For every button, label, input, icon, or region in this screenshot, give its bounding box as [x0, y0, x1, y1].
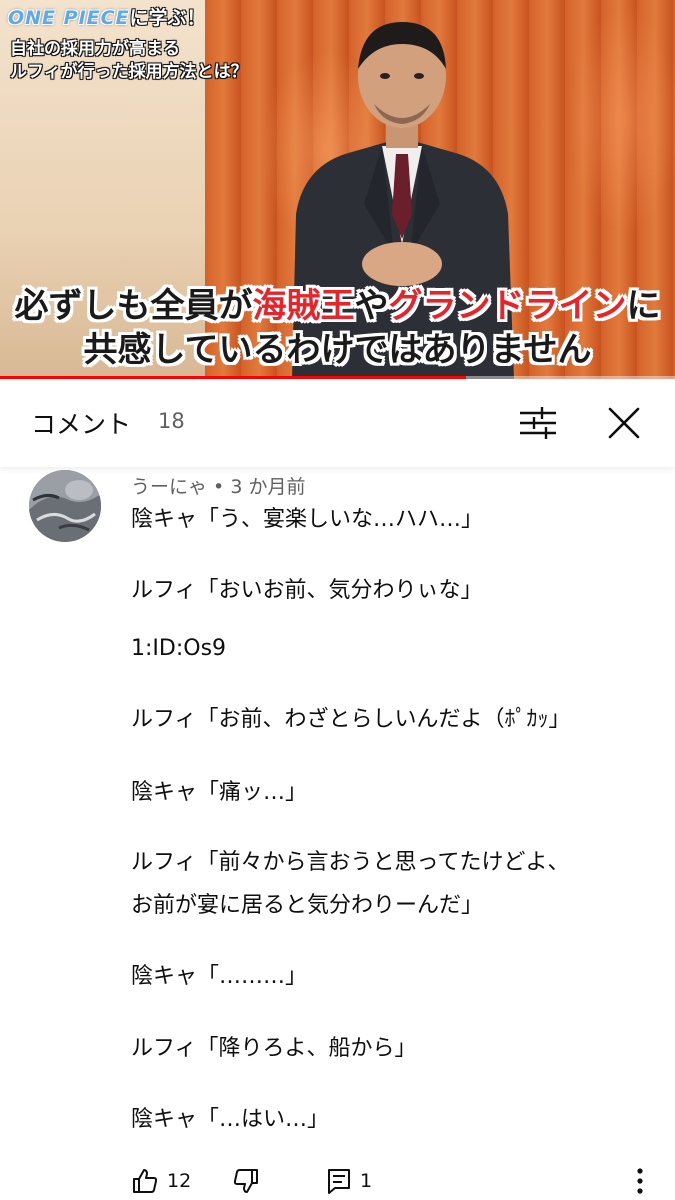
comment-time: 3 か月前: [230, 476, 306, 498]
thumbs-down-icon: [233, 1169, 258, 1193]
one-piece-logo: ONE PIECE: [8, 7, 130, 29]
comment-line: 陰キャ「う、宴楽しいな…ハハ…」: [131, 507, 484, 532]
video-title-line3: ルフィが行った採用方法とは？: [10, 62, 248, 82]
sliders-icon: [520, 407, 556, 439]
comment-line: ルフィ「おいお前、気分わりぃな」: [131, 578, 483, 603]
comments-count: 18: [158, 409, 185, 433]
cat-avatar-image: [29, 470, 101, 542]
close-comments-button[interactable]: [602, 401, 646, 445]
more-options-button[interactable]: [630, 1166, 650, 1196]
comment-meta: うーにゃ • 3 か月前: [131, 476, 306, 498]
comment-line: ルフィ「前々から言おうと思ってたけどよ、: [131, 850, 570, 875]
reply-icon: [328, 1169, 350, 1194]
comments-header: コメント 18: [0, 379, 675, 467]
comment-line: 陰キャ「…はい…」: [131, 1107, 330, 1132]
thumbs-up-icon: [133, 1169, 158, 1193]
comment-line: ルフィ「降りろよ、船から」: [131, 1036, 417, 1061]
comment-actions: 12 1: [0, 1162, 675, 1200]
dislike-button[interactable]: [232, 1166, 260, 1196]
more-vert-icon: [637, 1168, 643, 1194]
comment-line: 1:ID:Os9: [131, 636, 227, 661]
comment-line: 陰キャ「………」: [131, 964, 308, 989]
comments-title: コメント: [31, 410, 132, 439]
comment-line: ルフィ「お前、わざとらしいんだよ（ﾎﾟｶｯ」: [131, 707, 571, 732]
video-player[interactable]: ONE PIECEに学ぶ！ 自社の採用力が高まる ルフィが行った採用方法とは？ …: [0, 0, 675, 379]
reply-button[interactable]: 1: [326, 1166, 372, 1196]
comment-line: 陰キャ「痛ッ…」: [131, 780, 308, 805]
reply-count: 1: [360, 1170, 373, 1192]
subtitle-line1: 必ずしも全員が海賊王やグランドラインに: [14, 286, 661, 326]
close-icon: [608, 407, 640, 439]
subtitle-line2: 共感しているわけではありません: [83, 330, 592, 370]
like-count: 12: [167, 1170, 192, 1192]
video-title-line1: ONE PIECEに学ぶ！: [8, 7, 206, 29]
sort-filter-button[interactable]: [516, 403, 560, 443]
like-button[interactable]: 12: [131, 1166, 191, 1196]
avatar[interactable]: [29, 470, 101, 542]
comment-line: お前が宴に居ると気分わりーんだ」: [131, 893, 484, 918]
comment-author[interactable]: うーにゃ: [131, 476, 207, 498]
video-title-line2: 自社の採用力が高まる: [10, 39, 180, 59]
